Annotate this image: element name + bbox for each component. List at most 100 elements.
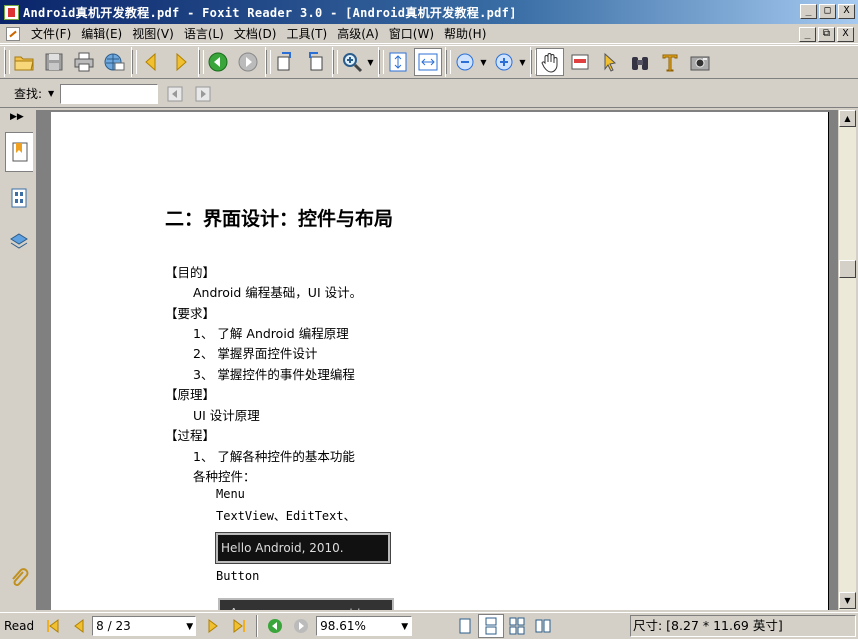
document-line: Button	[216, 569, 260, 583]
page-dropdown-arrow[interactable]: ▼	[186, 618, 193, 636]
snapshot-button[interactable]	[686, 48, 714, 76]
pointer-button[interactable]	[596, 48, 624, 76]
page-number-value: 8 / 23	[96, 619, 131, 633]
facing-continuous-button[interactable]	[504, 614, 530, 638]
fit-page-button[interactable]	[384, 48, 412, 76]
menu-bar: 文件(F) 编辑(E) 视图(V) 语言(L) 文档(D) 工具(T) 高级(A…	[0, 24, 858, 44]
zoom-in-button[interactable]	[490, 48, 518, 76]
zoom-tool-dropdown[interactable]: ▼	[366, 48, 375, 76]
facing-continuous-icon	[509, 617, 525, 635]
menu-edit[interactable]: 编辑(E)	[76, 24, 127, 44]
rotate-right-icon	[309, 52, 323, 71]
menu-view[interactable]: 视图(V)	[127, 24, 179, 44]
document-line: TextView、EditText、	[216, 509, 356, 523]
save-button[interactable]	[40, 48, 68, 76]
arrow-right-icon	[176, 52, 187, 72]
tab-page-thumbnails[interactable]	[5, 178, 33, 218]
next-page-button[interactable]	[167, 48, 195, 76]
menu-window[interactable]: 窗口(W)	[384, 24, 439, 44]
first-page-button[interactable]	[42, 615, 64, 637]
document-icon[interactable]	[6, 26, 20, 41]
find-input[interactable]	[60, 83, 159, 104]
scroll-up-button[interactable]: ▲	[839, 110, 856, 127]
zoom-in-tool-button[interactable]	[338, 48, 366, 76]
menu-tools[interactable]: 工具(T)	[281, 24, 332, 44]
document-line: 【过程】	[165, 428, 216, 443]
page-number-field[interactable]: 8 / 23 ▼	[92, 616, 197, 636]
globe-mail-icon	[104, 53, 125, 71]
document-line: 1、 了解 Android 编程原理	[193, 326, 349, 341]
menu-file[interactable]: 文件(F)	[26, 24, 76, 44]
mode-label: Read	[4, 619, 35, 633]
zoom-dropdown-arrow[interactable]: ▼	[401, 618, 408, 636]
folder-icon	[14, 56, 34, 71]
hand-tool-button[interactable]	[536, 48, 564, 76]
doc-restore-button[interactable]: ⧉	[818, 27, 835, 42]
vertical-scrollbar[interactable]: ▲ ▼	[838, 110, 856, 610]
menu-language[interactable]: 语言(L)	[179, 24, 229, 44]
single-page-icon	[459, 618, 471, 634]
close-button[interactable]: X	[838, 4, 855, 19]
history-forward-button[interactable]	[290, 615, 312, 637]
doc-minimize-button[interactable]: _	[799, 27, 816, 42]
find-button[interactable]	[626, 48, 654, 76]
camera-icon	[690, 56, 710, 71]
menu-advanced[interactable]: 高级(A)	[332, 24, 384, 44]
print-button[interactable]	[70, 48, 98, 76]
scroll-thumb[interactable]	[839, 260, 856, 278]
tab-layers[interactable]	[5, 222, 33, 262]
zoom-out-button[interactable]	[451, 48, 479, 76]
select-text-button[interactable]	[566, 48, 594, 76]
document-view[interactable]: 二：界面设计：控件与布局 【目的】 Android 编程基础，UI 设计。 【要求】…	[37, 110, 841, 610]
fit-tools	[378, 47, 445, 77]
prev-page-button[interactable]	[137, 48, 165, 76]
continuous-button[interactable]	[478, 614, 505, 638]
zoom-out-dropdown[interactable]: ▼	[479, 48, 488, 76]
find-prev-button[interactable]	[164, 83, 186, 105]
navigation-panel: ▶▶	[0, 110, 37, 610]
doc-close-button[interactable]: X	[837, 27, 854, 42]
open-button[interactable]	[10, 48, 38, 76]
fit-page-icon	[389, 52, 407, 72]
document-line: 【原理】	[165, 387, 216, 402]
find-next-button[interactable]	[192, 83, 214, 105]
zoom-in-dropdown[interactable]: ▼	[518, 48, 527, 76]
cursor-arrow-icon	[604, 52, 617, 72]
menu-help[interactable]: 帮助(H)	[439, 24, 491, 44]
document-line: 【目的】	[165, 265, 216, 280]
history-back-button[interactable]	[264, 615, 286, 637]
last-page-button[interactable]	[228, 615, 250, 637]
foxit-app-icon[interactable]	[4, 4, 19, 20]
scroll-down-button[interactable]: ▼	[839, 592, 856, 609]
next-page-status-button[interactable]	[202, 615, 224, 637]
back-circle-icon	[208, 52, 228, 72]
zoom-tools: ▼	[332, 47, 378, 77]
rotate-left-button[interactable]	[271, 48, 299, 76]
bookmark-icon	[12, 142, 27, 162]
typewriter-button[interactable]	[656, 48, 684, 76]
expand-panel-icon[interactable]: ▶▶	[10, 112, 24, 122]
maximize-button[interactable]: □	[819, 4, 836, 19]
hand-icon	[541, 53, 558, 73]
email-button[interactable]	[100, 48, 128, 76]
back-button[interactable]	[204, 48, 232, 76]
continuous-icon	[485, 617, 497, 635]
tab-attachments[interactable]	[5, 558, 33, 598]
find-prev-icon	[167, 86, 183, 101]
minimize-button[interactable]: _	[800, 4, 817, 19]
title-bar[interactable]: Android真机开发教程.pdf - Foxit Reader 3.0 - […	[0, 0, 858, 24]
section-heading: 二：界面设计：控件与布局	[165, 208, 394, 230]
fit-width-button[interactable]	[414, 48, 442, 76]
status-separator	[256, 615, 259, 637]
single-page-button[interactable]	[452, 614, 478, 638]
menu-document[interactable]: 文档(D)	[229, 24, 282, 44]
text-tool-icon	[662, 54, 678, 72]
facing-button[interactable]	[530, 614, 556, 638]
rotate-right-button[interactable]	[301, 48, 329, 76]
find-options-dropdown[interactable]: ▼	[48, 89, 54, 98]
prev-page-status-button[interactable]	[68, 615, 90, 637]
main-toolbar: ▼ ▼ ▼	[0, 45, 858, 79]
tab-bookmarks[interactable]	[5, 132, 33, 172]
zoom-field[interactable]: 98.61% ▼	[316, 616, 413, 636]
forward-button[interactable]	[234, 48, 262, 76]
